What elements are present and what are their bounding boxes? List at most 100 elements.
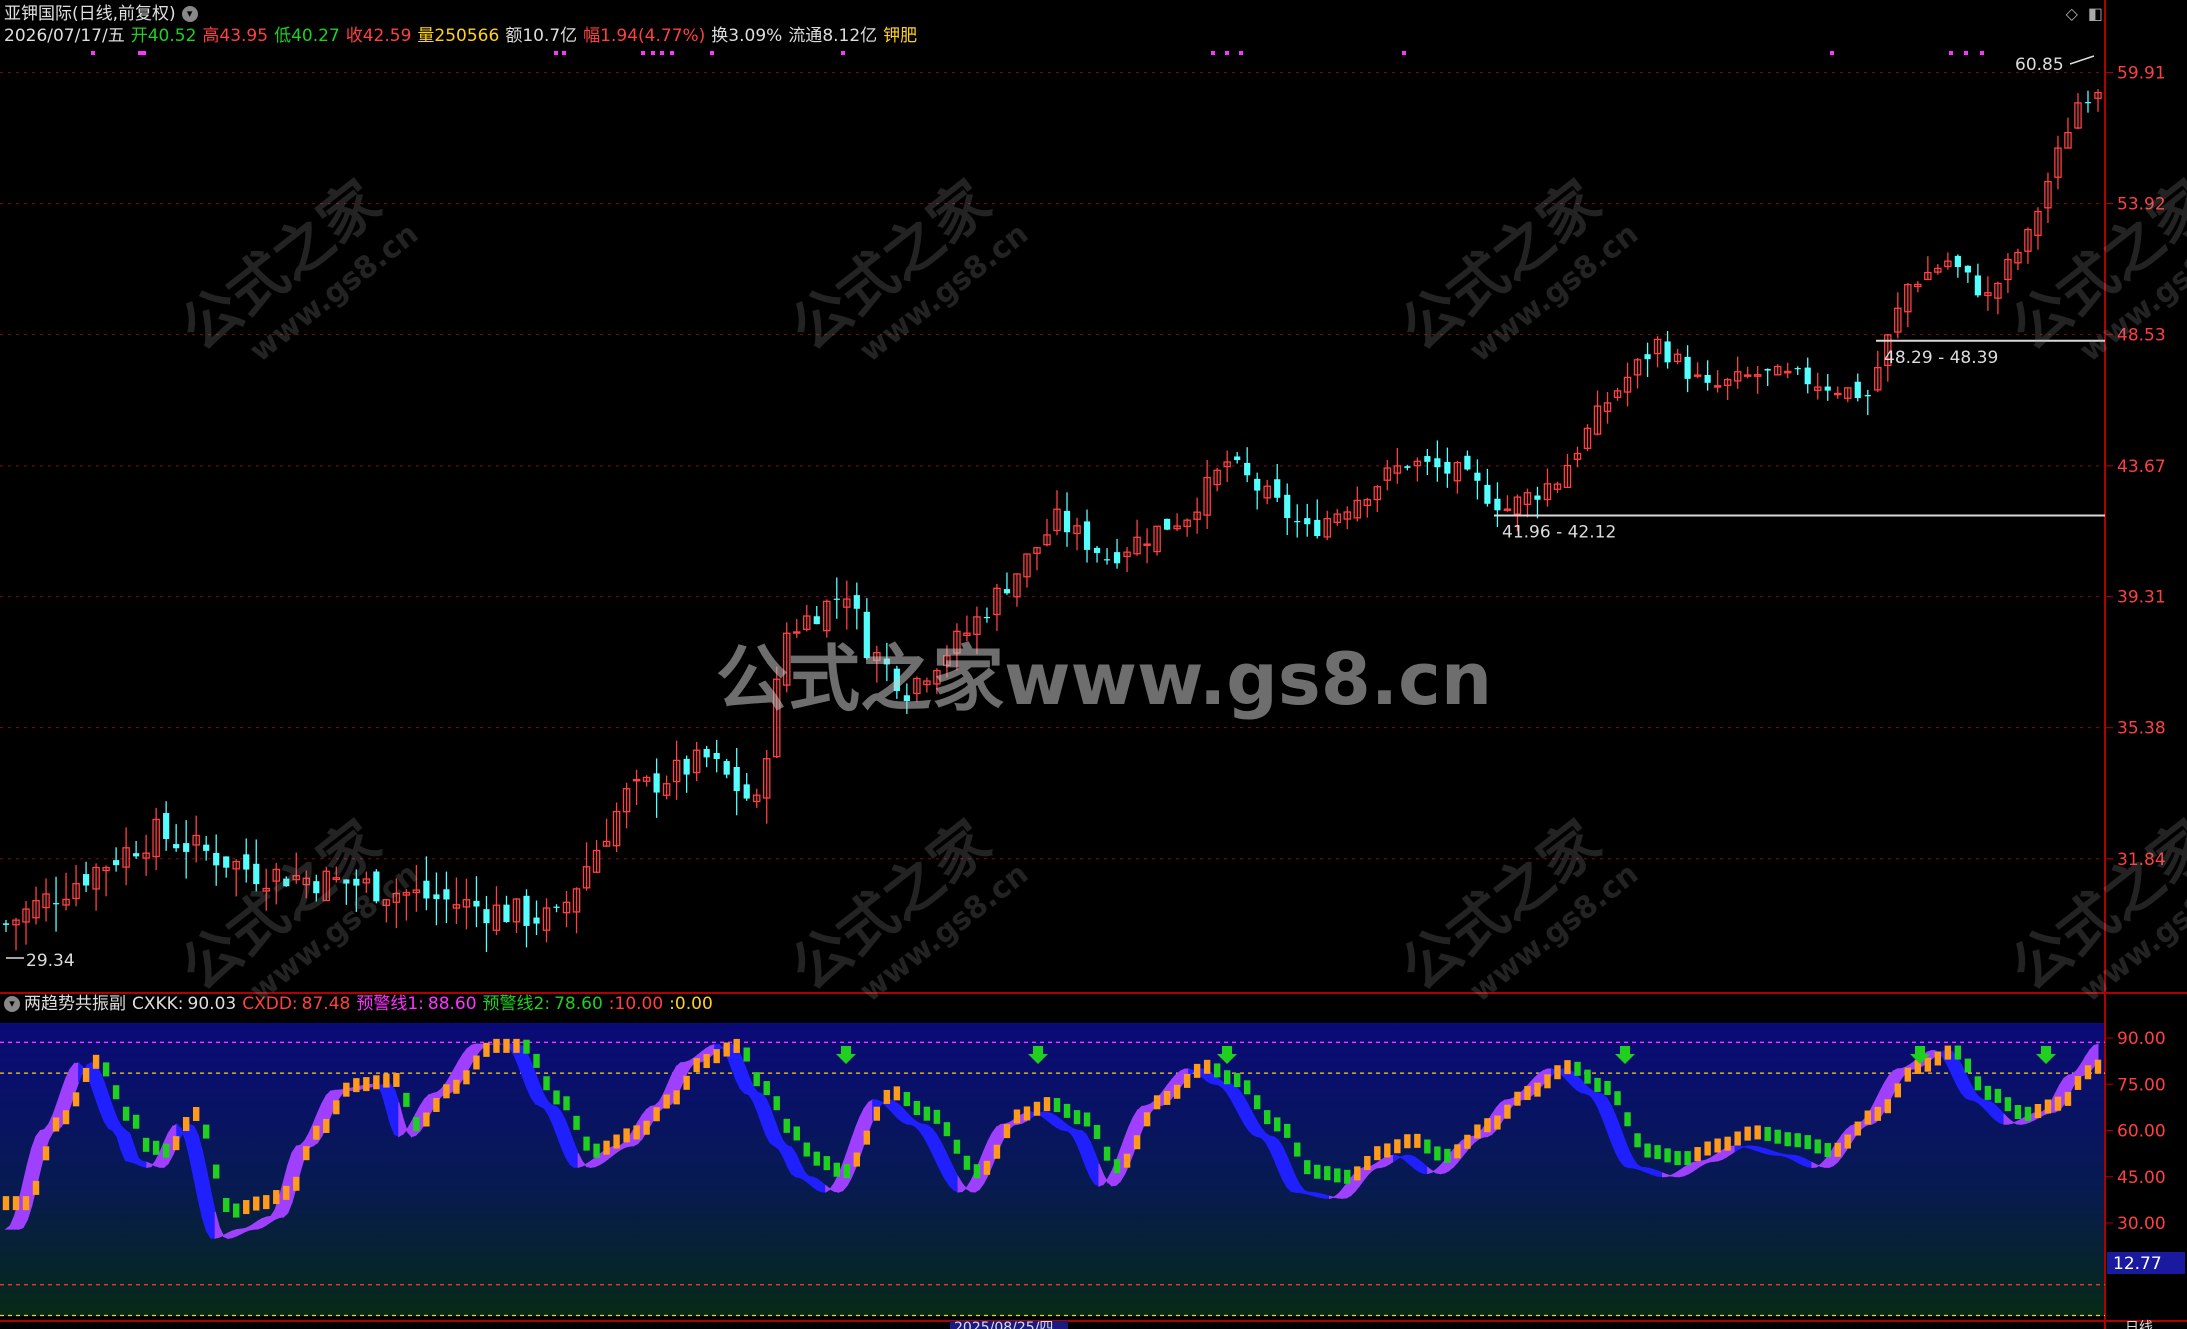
trend-step-block <box>1454 1144 1461 1159</box>
diamond-icon[interactable]: ◇ <box>2066 4 2078 23</box>
trend-step-block <box>2094 1059 2102 1074</box>
indicator-name[interactable]: 两趋势共振副 <box>24 994 126 1014</box>
candle <box>843 580 851 630</box>
candle-body <box>1713 385 1722 388</box>
oscillator-band-segment <box>1956 1055 1962 1095</box>
candle <box>913 676 921 702</box>
stock-title[interactable]: 亚钾国际(日线,前复权) <box>4 4 176 24</box>
candle <box>452 877 461 924</box>
candle-body <box>2 923 10 925</box>
signal-dot <box>651 51 655 55</box>
trend-step-block <box>1233 1073 1241 1088</box>
trend-step-block <box>1774 1129 1781 1144</box>
candle <box>512 897 521 934</box>
layout-toggle-icon[interactable]: ◧ <box>2088 4 2103 23</box>
oscillator-band-segment <box>1755 1145 1762 1153</box>
candle-body <box>353 878 360 886</box>
candle-body <box>863 611 870 659</box>
candle <box>292 852 301 884</box>
price-axis-label: 35.38 <box>2117 719 2166 739</box>
trend-step-block <box>1394 1139 1401 1154</box>
trend-step-block <box>853 1152 861 1167</box>
trend-step-block <box>1053 1098 1061 1113</box>
trend-step-block <box>122 1106 130 1121</box>
candle-body <box>883 658 890 665</box>
signal-dot <box>1830 51 1834 55</box>
candle-body <box>52 903 60 905</box>
candle <box>883 642 890 682</box>
candle <box>62 872 70 911</box>
candle <box>1314 499 1321 539</box>
price-axis-label: 31.84 <box>2117 850 2166 870</box>
candle-body <box>853 595 860 609</box>
candle-body <box>1474 472 1481 481</box>
chevron-down-icon[interactable]: ▾ <box>4 996 20 1012</box>
candle <box>1353 486 1362 522</box>
candle-body <box>533 917 540 924</box>
candle-body <box>133 853 140 857</box>
candle <box>572 887 581 934</box>
trend-step-block <box>1514 1091 1521 1106</box>
trend-step-block <box>1183 1073 1191 1088</box>
trend-step-block <box>373 1075 380 1090</box>
candle <box>1523 488 1532 518</box>
candle <box>1053 490 1061 536</box>
trend-step-block <box>2004 1097 2012 1112</box>
trend-step-block <box>2 1196 10 1211</box>
trend-step-block <box>473 1055 480 1070</box>
change-value: 1.94(4.77%) <box>600 26 706 46</box>
candle-body <box>733 766 740 792</box>
candle <box>1644 342 1651 378</box>
candle <box>1453 460 1462 494</box>
candle <box>412 864 421 912</box>
signal-dot <box>142 51 146 55</box>
candle <box>1824 373 1831 401</box>
candle <box>473 876 480 928</box>
volume-value: 250566 <box>434 26 500 46</box>
trend-step-block <box>1624 1112 1631 1127</box>
candle-body <box>203 844 210 851</box>
candle <box>2034 207 2042 250</box>
candle <box>1444 447 1451 488</box>
candle-body <box>1003 589 1011 594</box>
trend-step-block <box>1854 1121 1861 1136</box>
chart-canvas[interactable]: 48.29 - 48.39 41.96 - 42.12 60.85 29.34 59.… <box>0 0 2187 1329</box>
trend-step-block <box>1844 1134 1851 1149</box>
indicator-axis-label: 75.00 <box>2117 1075 2166 1095</box>
trend-step-block <box>453 1079 460 1094</box>
trend-step-block <box>1354 1166 1361 1181</box>
trend-step-block <box>1794 1133 1801 1148</box>
candle-body <box>183 843 190 852</box>
candle <box>803 605 811 632</box>
candle <box>1664 331 1671 369</box>
candle <box>232 859 240 897</box>
trend-step-block <box>583 1136 590 1151</box>
candle-body <box>683 758 690 775</box>
candle-body <box>163 813 170 839</box>
oscillator-band-segment <box>1768 1149 1775 1156</box>
trend-step-block <box>1524 1086 1531 1101</box>
trend-step-block <box>533 1053 540 1068</box>
trend-step-block <box>783 1118 790 1133</box>
trend-step-block <box>1284 1123 1291 1138</box>
warn2-value: 78.60 <box>554 994 603 1014</box>
candle <box>1343 506 1352 530</box>
trend-step-block <box>1694 1147 1701 1162</box>
trend-step-block <box>172 1136 180 1151</box>
sector-tag[interactable]: 钾肥 <box>883 26 917 46</box>
candle-body <box>1274 479 1281 498</box>
candle <box>362 871 371 893</box>
candle <box>733 747 740 816</box>
cxkk-value: 90.03 <box>187 994 237 1014</box>
candle <box>893 665 900 699</box>
candle-body <box>473 900 480 907</box>
trend-step-block <box>483 1042 490 1057</box>
candle <box>1494 482 1501 528</box>
chevron-down-icon[interactable]: ▾ <box>181 6 198 22</box>
candle <box>1083 509 1091 563</box>
close-label: 收 <box>345 26 363 46</box>
trend-step-block <box>1103 1146 1111 1161</box>
price-axis-label: 39.31 <box>2117 588 2166 608</box>
candle <box>322 866 331 902</box>
candle <box>1723 377 1732 400</box>
